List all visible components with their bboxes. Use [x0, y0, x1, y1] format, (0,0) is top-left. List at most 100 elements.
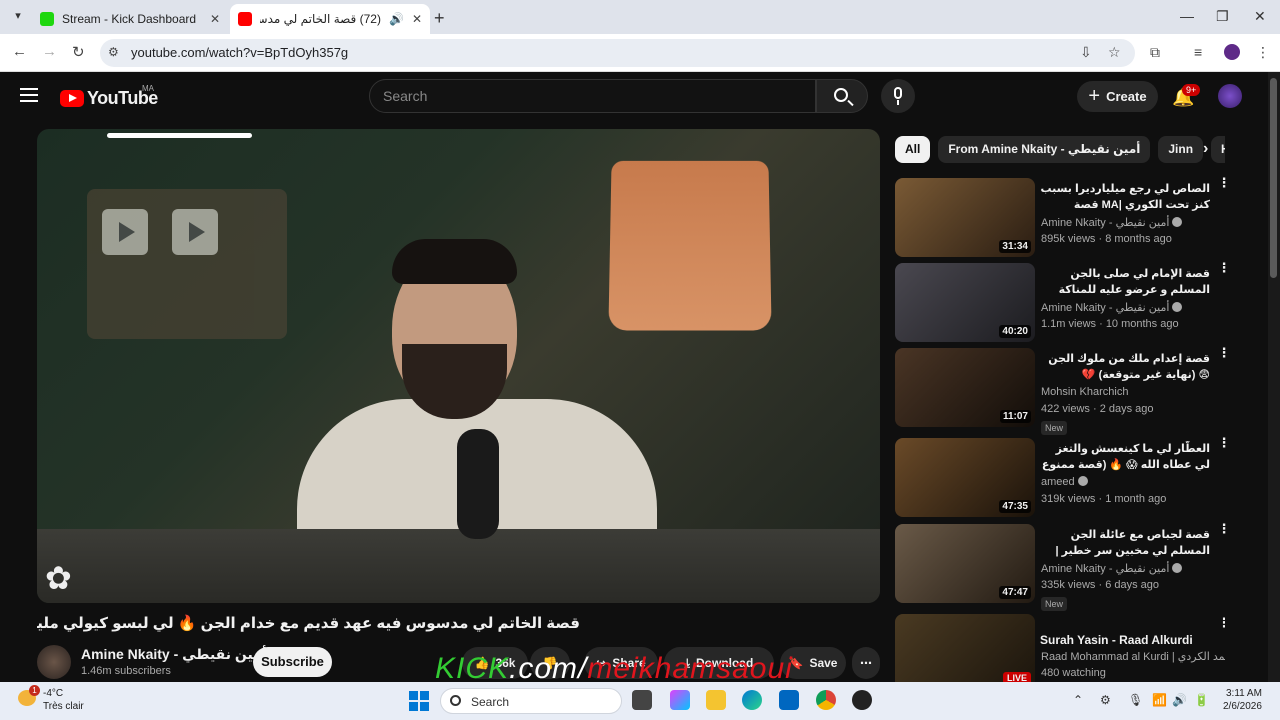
recommendation-item[interactable]: 40:20 قصة الإمام لي صلى بالجن المسلم و ع…	[895, 261, 1231, 343]
recommendation-channel[interactable]: Raad Mohammad al Kurdi | رعد محمد الكردي	[1041, 650, 1225, 663]
recommendation-title[interactable]: العطّار لي ما كينعسش والتغز لي عطاه الله…	[1040, 441, 1210, 473]
more-vertical-icon[interactable]: ⋮	[1217, 261, 1231, 274]
url-text[interactable]: youtube.com/watch?v=BpTdOyh357g	[131, 45, 348, 60]
more-actions-button[interactable]: ⋯	[852, 647, 880, 679]
dislike-button[interactable]: 👎	[530, 647, 570, 679]
media-control-icon[interactable]: ≡	[1194, 44, 1202, 60]
recommendation-channel[interactable]: Mohsin Kharchich	[1041, 386, 1128, 398]
create-button[interactable]: + Create	[1077, 81, 1158, 112]
address-bar[interactable]: ⚙ youtube.com/watch?v=BpTdOyh357g ⇩ ☆	[100, 39, 1135, 67]
video-thumbnail[interactable]: 31:34	[895, 178, 1035, 257]
reload-icon[interactable]: ↻	[72, 43, 85, 61]
more-vertical-icon[interactable]: ⋮	[1217, 616, 1226, 629]
more-vertical-icon[interactable]: ⋮	[1217, 176, 1231, 189]
new-tab-button[interactable]: +	[434, 8, 445, 29]
recommendation-meta: 1.1m views · 10 months ago	[1041, 318, 1179, 330]
like-button[interactable]: 👍 36k	[462, 647, 528, 679]
channel-name[interactable]: Amine Nkaity - أمين نقيطي	[81, 646, 280, 663]
show-hidden-icons-chevron[interactable]: ⌃	[1073, 693, 1083, 707]
tab-youtube-video[interactable]: (72) قصة الخاتم لي مدسوس 🔊 ✕	[230, 4, 430, 34]
tab-kick-dashboard[interactable]: Stream - Kick Dashboard ✕	[32, 4, 228, 34]
site-info-icon[interactable]: ⚙	[108, 45, 119, 59]
youtube-favicon-icon	[238, 12, 252, 26]
chevron-right-icon[interactable]: ›	[1203, 140, 1208, 158]
close-window-icon[interactable]: ✕	[1254, 8, 1266, 25]
download-button[interactable]: ⤓ Download	[664, 647, 774, 679]
youtube-header: YouTube MA + Create 🔔 9+	[0, 72, 1268, 122]
recommendation-title[interactable]: قصة إعدام ملك من ملوك الجن 😨 (نهاية غير …	[1040, 351, 1210, 383]
chip-jinn[interactable]: Jinn	[1158, 136, 1204, 163]
guide-menu-icon[interactable]	[20, 88, 38, 102]
video-thumbnail[interactable]: 11:07	[895, 348, 1035, 427]
install-app-icon[interactable]: ⇩	[1080, 44, 1092, 61]
back-icon[interactable]: ←	[12, 43, 27, 60]
recommendation-title[interactable]: قصة الإمام لي صلى بالجن المسلم و عرضو عل…	[1040, 266, 1210, 298]
duration-badge: 47:35	[999, 500, 1031, 513]
video-thumbnail[interactable]: 47:47	[895, 524, 1035, 603]
recommendation-channel[interactable]: ameed	[1041, 476, 1088, 488]
extensions-icon[interactable]: ⧉	[1150, 44, 1160, 61]
volume-icon[interactable]: 🔊	[1172, 693, 1187, 707]
browser-profile-avatar[interactable]	[1224, 44, 1240, 60]
subscribe-button[interactable]: Subscribe	[253, 647, 332, 677]
recommendation-title[interactable]: Surah Yasin - Raad Alkurdi	[1040, 632, 1210, 648]
recommendation-item[interactable]: 11:07 قصة إعدام ملك من ملوك الجن 😨 (نهاي…	[895, 346, 1231, 435]
microsoft-store-icon[interactable]	[779, 690, 799, 710]
chip-from-channel[interactable]: From Amine Nkaity - أمين نقيطي	[938, 136, 1151, 163]
recommendation-item[interactable]: 47:47 قصة لجباص مع عائلة الجن المسلم لي …	[895, 522, 1231, 611]
bookmark-star-icon[interactable]: ☆	[1108, 44, 1121, 61]
minimize-icon[interactable]: —	[1180, 8, 1194, 24]
edge-browser-icon[interactable]	[742, 690, 762, 710]
file-explorer-icon[interactable]	[706, 690, 726, 710]
browser-menu-icon[interactable]: ⋮	[1256, 44, 1270, 61]
player-overlay-bar	[107, 133, 252, 138]
recommendation-item[interactable]: 47:35 العطّار لي ما كينعسش والتغز لي عطا…	[895, 436, 1231, 518]
search-input[interactable]	[370, 80, 815, 112]
wifi-icon[interactable]: 📶	[1152, 693, 1167, 707]
recommendation-channel[interactable]: Amine Nkaity - أمين نقيطي	[1041, 562, 1183, 575]
channel-avatar[interactable]	[37, 645, 71, 679]
chip-all[interactable]: All	[895, 136, 931, 163]
video-thumbnail[interactable]: 40:20	[895, 263, 1035, 342]
page-scrollbar[interactable]	[1268, 72, 1280, 682]
plus-icon: +	[1088, 85, 1101, 107]
recommendation-title[interactable]: الصاص لي رجع ميليارديرا بسبب كنز تحت الك…	[1040, 181, 1210, 213]
close-tab-icon[interactable]: ✕	[210, 12, 220, 26]
account-avatar[interactable]	[1218, 84, 1242, 108]
recommendation-item[interactable]: LIVE Surah Yasin - Raad Alkurdi Raad Moh…	[895, 614, 1225, 682]
taskbar-search[interactable]: Search	[440, 688, 622, 714]
more-vertical-icon[interactable]: ⋮	[1217, 522, 1231, 535]
scrollbar-thumb[interactable]	[1270, 78, 1277, 278]
tab-search-button[interactable]: ▾	[8, 6, 28, 26]
search-icon	[450, 695, 461, 706]
restore-icon[interactable]: ❐	[1216, 8, 1229, 25]
recommendation-item[interactable]: 31:34 الصاص لي رجع ميليارديرا بسبب كنز ت…	[895, 176, 1231, 258]
forward-icon[interactable]: →	[42, 43, 57, 60]
battery-icon[interactable]: 🔋	[1194, 693, 1209, 707]
chrome-icon[interactable]	[816, 690, 836, 710]
copilot-icon[interactable]	[670, 690, 690, 710]
chip-hi[interactable]: Hi	[1211, 136, 1225, 163]
windows-start-icon[interactable]	[409, 691, 429, 711]
voice-search-button[interactable]	[881, 79, 915, 113]
close-tab-icon[interactable]: ✕	[412, 12, 422, 26]
weather-widget[interactable]: -4°C Très clair	[43, 687, 84, 713]
video-player[interactable]: ✿	[37, 129, 880, 603]
video-thumbnail[interactable]: LIVE	[895, 614, 1035, 682]
recommendation-title[interactable]: قصة لجباص مع عائلة الجن المسلم لي مخبين …	[1040, 527, 1210, 559]
save-button[interactable]: 🔖 Save	[780, 647, 846, 679]
task-view-icon[interactable]	[632, 690, 652, 710]
obs-studio-icon[interactable]	[852, 690, 872, 710]
video-thumbnail[interactable]: 47:35	[895, 438, 1035, 517]
recommendation-channel[interactable]: Amine Nkaity - أمين نقيطي	[1041, 216, 1183, 229]
system-clock[interactable]: 3:11 AM 2/6/2026	[1223, 687, 1262, 713]
network-icon[interactable]: ⚙	[1100, 693, 1111, 707]
audio-playing-icon[interactable]: 🔊	[389, 12, 404, 26]
microphone-tray-icon[interactable]: 🎙	[1128, 693, 1143, 707]
more-vertical-icon[interactable]: ⋮	[1217, 346, 1231, 359]
search-button[interactable]	[816, 79, 868, 113]
share-button[interactable]: ↪ Share	[584, 647, 658, 679]
recommendation-channel[interactable]: Amine Nkaity - أمين نقيطي	[1041, 301, 1183, 314]
new-badge: New	[1041, 597, 1068, 611]
more-vertical-icon[interactable]: ⋮	[1217, 436, 1231, 449]
